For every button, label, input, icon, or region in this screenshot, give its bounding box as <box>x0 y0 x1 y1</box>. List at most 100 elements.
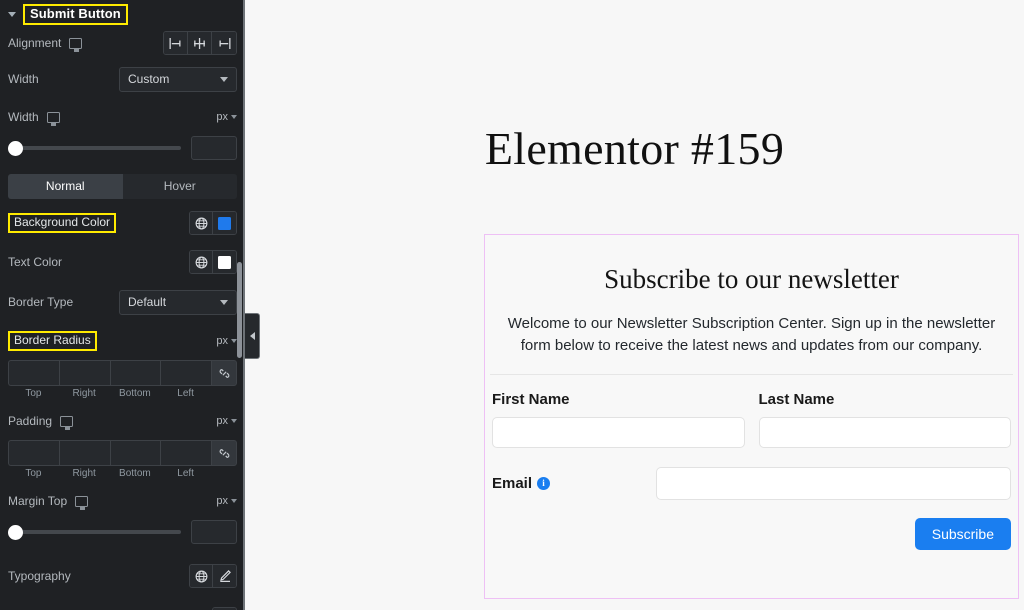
panel-collapse-handle[interactable] <box>245 313 260 359</box>
width-unit-value: px <box>216 111 228 123</box>
responsive-desktop-icon[interactable] <box>69 37 83 52</box>
text-color-control <box>189 250 237 274</box>
alignment-label: Alignment <box>8 36 62 50</box>
border-type-value: Default <box>128 295 167 309</box>
margin-top-slider[interactable] <box>8 524 181 540</box>
control-border-radius-head: Border Radius px <box>0 326 245 356</box>
width-number-input[interactable] <box>191 136 237 160</box>
first-name-input[interactable] <box>492 417 745 448</box>
responsive-desktop-icon[interactable] <box>46 111 60 126</box>
text-color-swatch <box>218 255 231 269</box>
background-color-swatch-button[interactable] <box>213 212 236 234</box>
section-title-highlight: Submit Button <box>23 3 128 25</box>
control-width-slider-head: Width px <box>0 102 245 132</box>
width-unit-switcher[interactable]: px <box>216 111 237 123</box>
elementor-editor: Submit Button Alignment Width Custom Wid… <box>0 0 1024 610</box>
align-right-icon <box>219 37 230 49</box>
responsive-desktop-icon[interactable] <box>60 415 74 430</box>
padding-top-input[interactable] <box>8 440 59 466</box>
padding-right-input[interactable] <box>58 440 110 466</box>
margin-top-unit-switcher[interactable]: px <box>216 495 237 507</box>
last-name-input[interactable] <box>758 417 1011 448</box>
background-color-label: Background Color <box>8 213 117 233</box>
background-color-control <box>189 211 237 235</box>
border-radius-bottom-input[interactable] <box>109 360 161 386</box>
page-preview: Elementor #159 Subscribe to our newslett… <box>245 0 1024 610</box>
chevron-down-icon[interactable] <box>8 11 16 17</box>
page-title: Elementor #159 <box>484 123 785 174</box>
width-slider-knob[interactable] <box>8 141 23 156</box>
tab-hover[interactable]: Hover <box>122 174 237 199</box>
background-global-color-button[interactable] <box>190 212 213 234</box>
padding-left-input[interactable] <box>160 440 211 466</box>
typography-global-button[interactable] <box>190 565 213 587</box>
align-right-button[interactable] <box>212 32 236 54</box>
chevron-down-icon <box>231 499 237 503</box>
width-slider-track <box>16 146 181 150</box>
margin-top-slider-knob[interactable] <box>8 525 23 540</box>
text-color-swatch-button[interactable] <box>213 251 236 273</box>
border-radius-label-left: Left <box>177 388 194 399</box>
background-color-label-wrap: Background Color <box>8 213 117 233</box>
padding-label-bottom: Bottom <box>119 468 151 479</box>
border-radius-link-values-button[interactable] <box>211 360 237 386</box>
padding-unit-value: px <box>216 415 228 427</box>
email-field-row: Email i <box>485 467 1018 500</box>
padding-bottom-input[interactable] <box>109 440 161 466</box>
border-radius-label: Border Radius <box>8 331 97 351</box>
control-padding-head: Padding px <box>0 406 245 436</box>
subscribe-button[interactable]: Subscribe <box>914 518 1011 550</box>
state-tabs: Normal Hover <box>8 174 237 199</box>
chevron-down-icon <box>220 300 228 305</box>
tab-normal[interactable]: Normal <box>8 174 123 199</box>
chevron-down-icon <box>220 77 228 82</box>
width-mode-select[interactable]: Custom <box>119 66 237 92</box>
chevron-down-icon <box>231 419 237 423</box>
responsive-desktop-icon[interactable] <box>75 495 89 510</box>
width-mode-label: Width <box>8 72 39 86</box>
globe-icon <box>195 256 207 268</box>
width-slider[interactable] <box>8 140 181 156</box>
alignment-label-wrap: Alignment <box>8 36 163 52</box>
card-intro-text: Welcome to our Newsletter Subscription C… <box>507 315 996 354</box>
email-input[interactable] <box>656 467 1011 500</box>
border-radius-unit-switcher[interactable]: px <box>216 335 237 347</box>
submit-button-row: Subscribe <box>485 518 1018 550</box>
control-alignment: Alignment <box>0 28 245 58</box>
padding-link-values-button[interactable] <box>211 440 237 466</box>
background-color-swatch <box>218 216 231 230</box>
control-border-type: Border Type Default <box>0 287 245 317</box>
margin-top-number-input[interactable] <box>191 520 237 544</box>
border-radius-side-labels: Top Right Bottom Left <box>8 388 237 399</box>
link-icon <box>219 448 229 458</box>
align-center-icon <box>194 37 205 49</box>
panel-content: Submit Button Alignment Width Custom Wid… <box>0 0 245 610</box>
typography-edit-button[interactable] <box>213 565 236 587</box>
padding-label-wrap: Padding <box>8 414 216 430</box>
control-box-shadow: Box Shadow <box>0 604 245 610</box>
padding-unit-switcher[interactable]: px <box>216 415 237 427</box>
border-type-select[interactable]: Default <box>119 289 237 315</box>
align-left-icon <box>169 37 181 49</box>
section-title: Submit Button <box>30 5 121 21</box>
border-radius-right-input[interactable] <box>58 360 110 386</box>
globe-icon <box>195 217 207 229</box>
typography-label: Typography <box>8 569 71 583</box>
control-typography: Typography <box>0 561 245 591</box>
width-slider-label: Width <box>8 110 39 124</box>
panel-scrollbar[interactable] <box>237 262 242 358</box>
elementor-settings-panel: Submit Button Alignment Width Custom Wid… <box>0 0 245 610</box>
email-label: Email <box>492 475 533 492</box>
last-name-label: Last Name <box>758 391 835 408</box>
control-background-color: Background Color <box>0 208 245 238</box>
section-header-submit-button[interactable]: Submit Button <box>0 0 245 28</box>
padding-label: Padding <box>8 414 53 428</box>
padding-label-left: Left <box>177 468 194 479</box>
margin-top-label-wrap: Margin Top <box>8 494 216 510</box>
border-radius-top-input[interactable] <box>8 360 59 386</box>
text-global-color-button[interactable] <box>190 251 213 273</box>
info-icon[interactable]: i <box>537 477 551 490</box>
border-radius-left-input[interactable] <box>160 360 211 386</box>
align-left-button[interactable] <box>164 32 188 54</box>
align-center-button[interactable] <box>188 32 212 54</box>
